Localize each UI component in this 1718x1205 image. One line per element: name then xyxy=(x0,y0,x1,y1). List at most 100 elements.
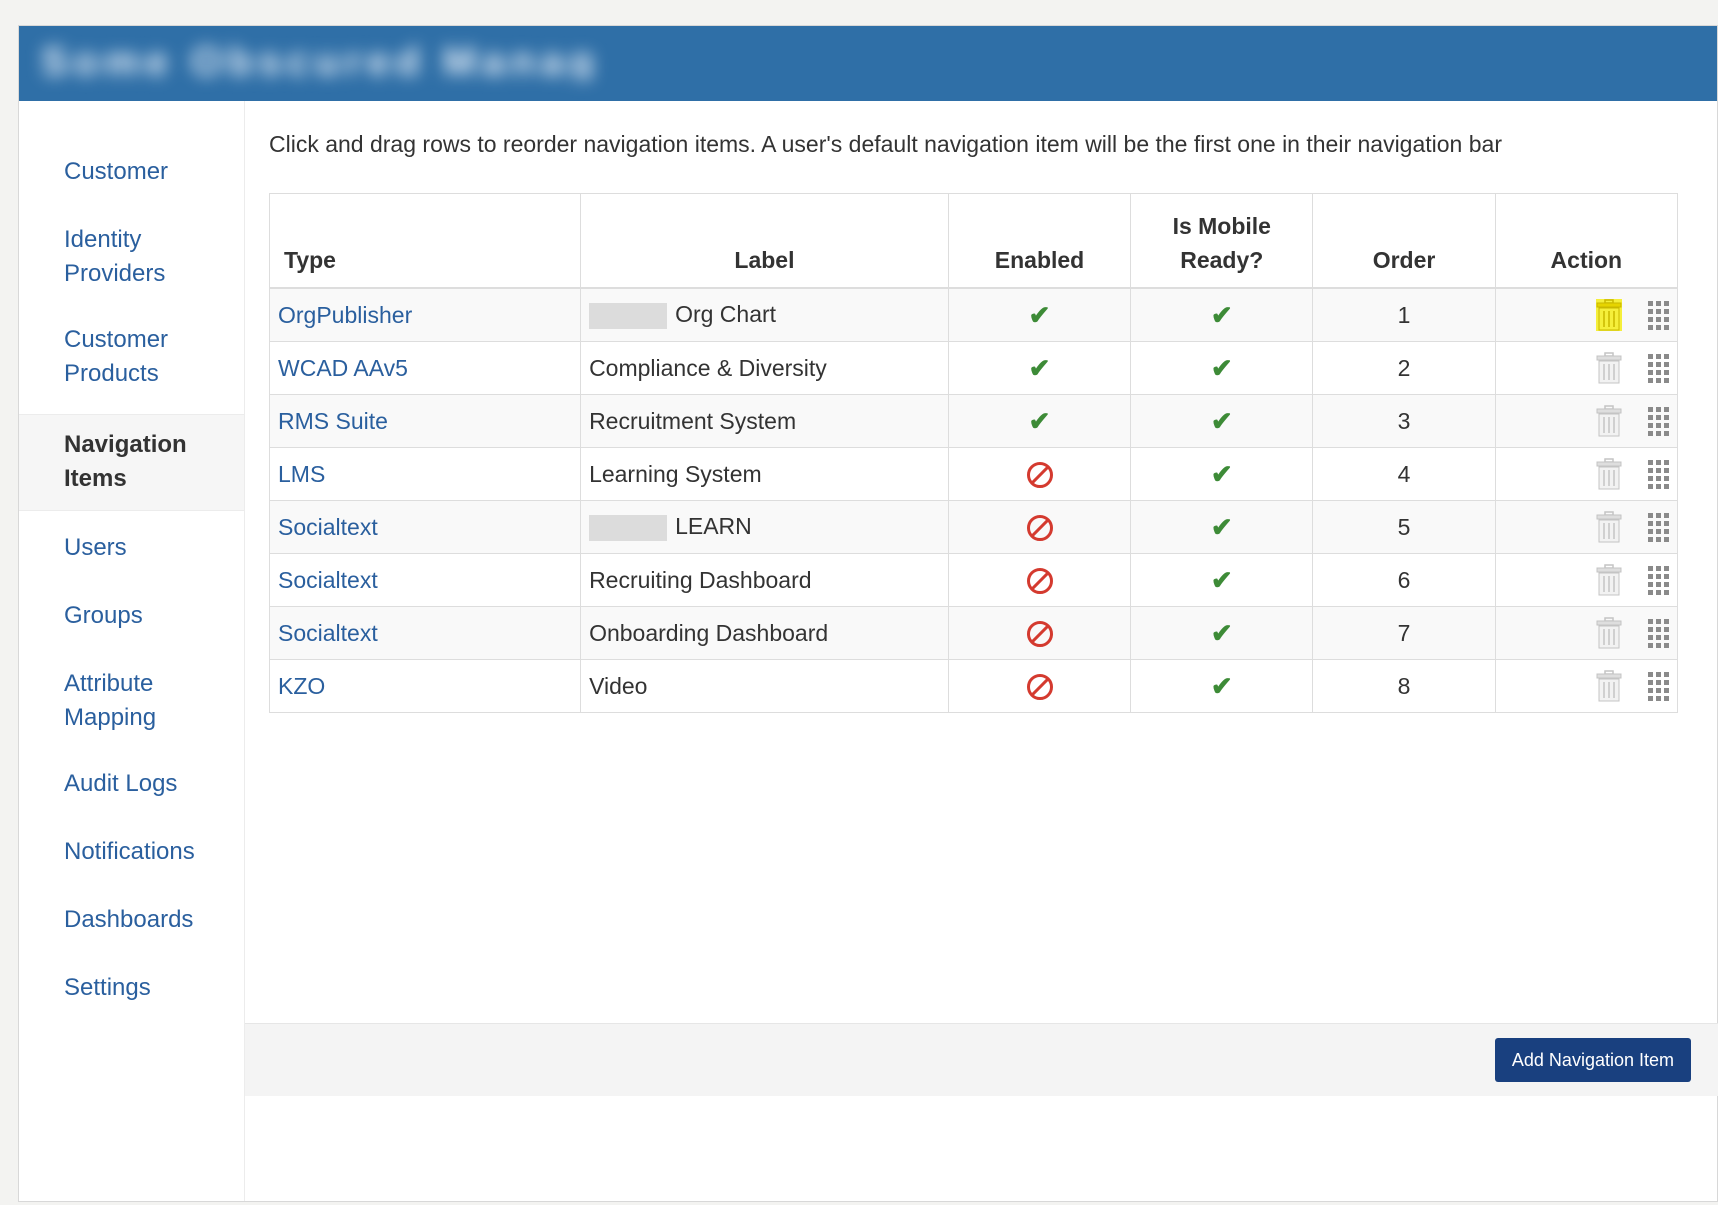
check-icon: ✔ xyxy=(1028,299,1051,330)
cell-enabled xyxy=(947,606,1132,660)
cell-enabled xyxy=(947,659,1132,713)
trash-icon[interactable] xyxy=(1596,564,1622,596)
label-text: Video xyxy=(589,672,648,699)
cell-action xyxy=(1494,659,1679,713)
label-text: Onboarding Dashboard xyxy=(589,619,829,646)
column-header-enabled[interactable]: Enabled xyxy=(947,193,1132,289)
column-header-type[interactable]: Type xyxy=(268,193,582,289)
cell-enabled: ✔ xyxy=(947,341,1132,395)
sidebar-item-customer-products[interactable]: Customer Products xyxy=(19,323,174,391)
cell-label: Onboarding Dashboard xyxy=(580,606,949,660)
cell-order: 5 xyxy=(1312,500,1496,554)
sidebar-item-users[interactable]: Users xyxy=(19,531,244,565)
table-row[interactable]: Socialtext Onboarding Dashboard ✔ 7 xyxy=(268,606,1679,660)
sidebar-item-groups[interactable]: Groups xyxy=(19,599,244,633)
type-link[interactable]: LMS xyxy=(278,461,325,487)
cell-label: Video xyxy=(580,659,949,713)
cell-enabled: ✔ xyxy=(947,394,1132,448)
trash-icon[interactable] xyxy=(1596,670,1622,702)
type-link[interactable]: RMS Suite xyxy=(278,408,388,434)
cell-mobile-ready: ✔ xyxy=(1130,394,1314,448)
check-icon: ✔ xyxy=(1210,511,1233,542)
drag-handle-icon[interactable] xyxy=(1648,512,1669,542)
check-icon: ✔ xyxy=(1210,352,1233,383)
table-row[interactable]: Socialtext LEARN ✔ 5 xyxy=(268,500,1679,554)
cell-order: 8 xyxy=(1312,659,1496,713)
no-entry-icon xyxy=(1026,620,1053,647)
cell-action xyxy=(1494,287,1679,342)
redacted-label-prefix xyxy=(589,302,668,329)
sidebar-item-settings[interactable]: Settings xyxy=(19,971,244,1005)
label-text: Org Chart xyxy=(675,301,777,328)
no-entry-icon xyxy=(1026,461,1053,488)
table-row[interactable]: OrgPublisher Org Chart ✔ ✔ 1 xyxy=(268,287,1679,342)
table-row[interactable]: Socialtext Recruiting Dashboard ✔ 6 xyxy=(268,553,1679,607)
trash-icon[interactable] xyxy=(1596,617,1622,649)
type-link[interactable]: WCAD AAv5 xyxy=(278,355,408,381)
type-link[interactable]: Socialtext xyxy=(278,514,378,540)
drag-handle-icon[interactable] xyxy=(1648,300,1669,330)
cell-action xyxy=(1494,341,1679,395)
drag-handle-icon[interactable] xyxy=(1648,671,1669,701)
cell-mobile-ready: ✔ xyxy=(1130,553,1314,607)
cell-action xyxy=(1494,606,1679,660)
sidebar-item-attribute-mapping[interactable]: Attribute Mapping xyxy=(19,667,174,735)
sidebar: Customer Identity Providers Customer Pro… xyxy=(19,101,244,1201)
sidebar-item-customer[interactable]: Customer xyxy=(19,155,244,189)
cell-label: Recruitment System xyxy=(580,394,949,448)
cell-type: KZO xyxy=(268,659,582,713)
table-row[interactable]: LMS Learning System ✔ 4 xyxy=(268,447,1679,501)
cell-enabled xyxy=(947,447,1132,501)
sidebar-item-dashboards[interactable]: Dashboards xyxy=(19,903,244,937)
cell-order: 3 xyxy=(1312,394,1496,448)
title-bar: Some Obscured Manager xyxy=(19,26,1717,101)
drag-handle-icon[interactable] xyxy=(1648,618,1669,648)
main-content: Click and drag rows to reorder navigatio… xyxy=(244,101,1718,1201)
sidebar-item-navigation-items[interactable]: Navigation Items xyxy=(19,414,244,511)
cell-enabled xyxy=(947,553,1132,607)
no-entry-icon xyxy=(1026,673,1053,700)
cell-action xyxy=(1494,553,1679,607)
cell-order: 6 xyxy=(1312,553,1496,607)
check-icon: ✔ xyxy=(1210,299,1233,330)
label-text: Recruitment System xyxy=(589,407,797,434)
table-row[interactable]: RMS Suite Recruitment System ✔ ✔ 3 xyxy=(268,394,1679,448)
column-header-action: Action xyxy=(1494,193,1679,289)
table-row[interactable]: WCAD AAv5 Compliance & Diversity ✔ ✔ 2 xyxy=(268,341,1679,395)
check-icon: ✔ xyxy=(1210,564,1233,595)
label-text: Compliance & Diversity xyxy=(589,354,827,381)
type-link[interactable]: Socialtext xyxy=(278,567,378,593)
column-header-mobile-ready[interactable]: Is Mobile Ready? xyxy=(1130,193,1314,289)
add-navigation-item-button[interactable]: Add Navigation Item xyxy=(1494,1038,1691,1082)
app-title: Some Obscured Manager xyxy=(41,40,601,80)
type-link[interactable]: OrgPublisher xyxy=(278,302,412,328)
column-header-label[interactable]: Label xyxy=(580,193,949,289)
type-link[interactable]: KZO xyxy=(278,673,325,699)
table-body: OrgPublisher Org Chart ✔ ✔ 1 WCAD AAv5 C… xyxy=(268,287,1679,713)
trash-icon[interactable] xyxy=(1596,458,1622,490)
cell-mobile-ready: ✔ xyxy=(1130,447,1314,501)
cell-label: Recruiting Dashboard xyxy=(580,553,949,607)
cell-label: Org Chart xyxy=(580,287,949,342)
app-window: Some Obscured Manager Customer Identity … xyxy=(18,25,1718,1202)
cell-label: Learning System xyxy=(580,447,949,501)
sidebar-item-identity-providers[interactable]: Identity Providers xyxy=(19,223,174,291)
trash-icon[interactable] xyxy=(1596,352,1622,384)
column-header-order[interactable]: Order xyxy=(1312,193,1496,289)
trash-icon[interactable] xyxy=(1596,405,1622,437)
table-row[interactable]: KZO Video ✔ 8 xyxy=(268,659,1679,713)
sidebar-item-audit-logs[interactable]: Audit Logs xyxy=(19,767,244,801)
drag-handle-icon[interactable] xyxy=(1648,406,1669,436)
instructions-text: Click and drag rows to reorder navigatio… xyxy=(269,131,1502,157)
trash-icon[interactable] xyxy=(1596,511,1622,543)
cell-type: Socialtext xyxy=(268,500,582,554)
check-icon: ✔ xyxy=(1210,670,1233,701)
drag-handle-icon[interactable] xyxy=(1648,353,1669,383)
sidebar-item-notifications[interactable]: Notifications xyxy=(19,835,244,869)
check-icon: ✔ xyxy=(1210,617,1233,648)
cell-type: Socialtext xyxy=(268,553,582,607)
trash-icon[interactable] xyxy=(1595,299,1622,331)
drag-handle-icon[interactable] xyxy=(1648,565,1669,595)
type-link[interactable]: Socialtext xyxy=(278,620,378,646)
drag-handle-icon[interactable] xyxy=(1648,459,1669,489)
